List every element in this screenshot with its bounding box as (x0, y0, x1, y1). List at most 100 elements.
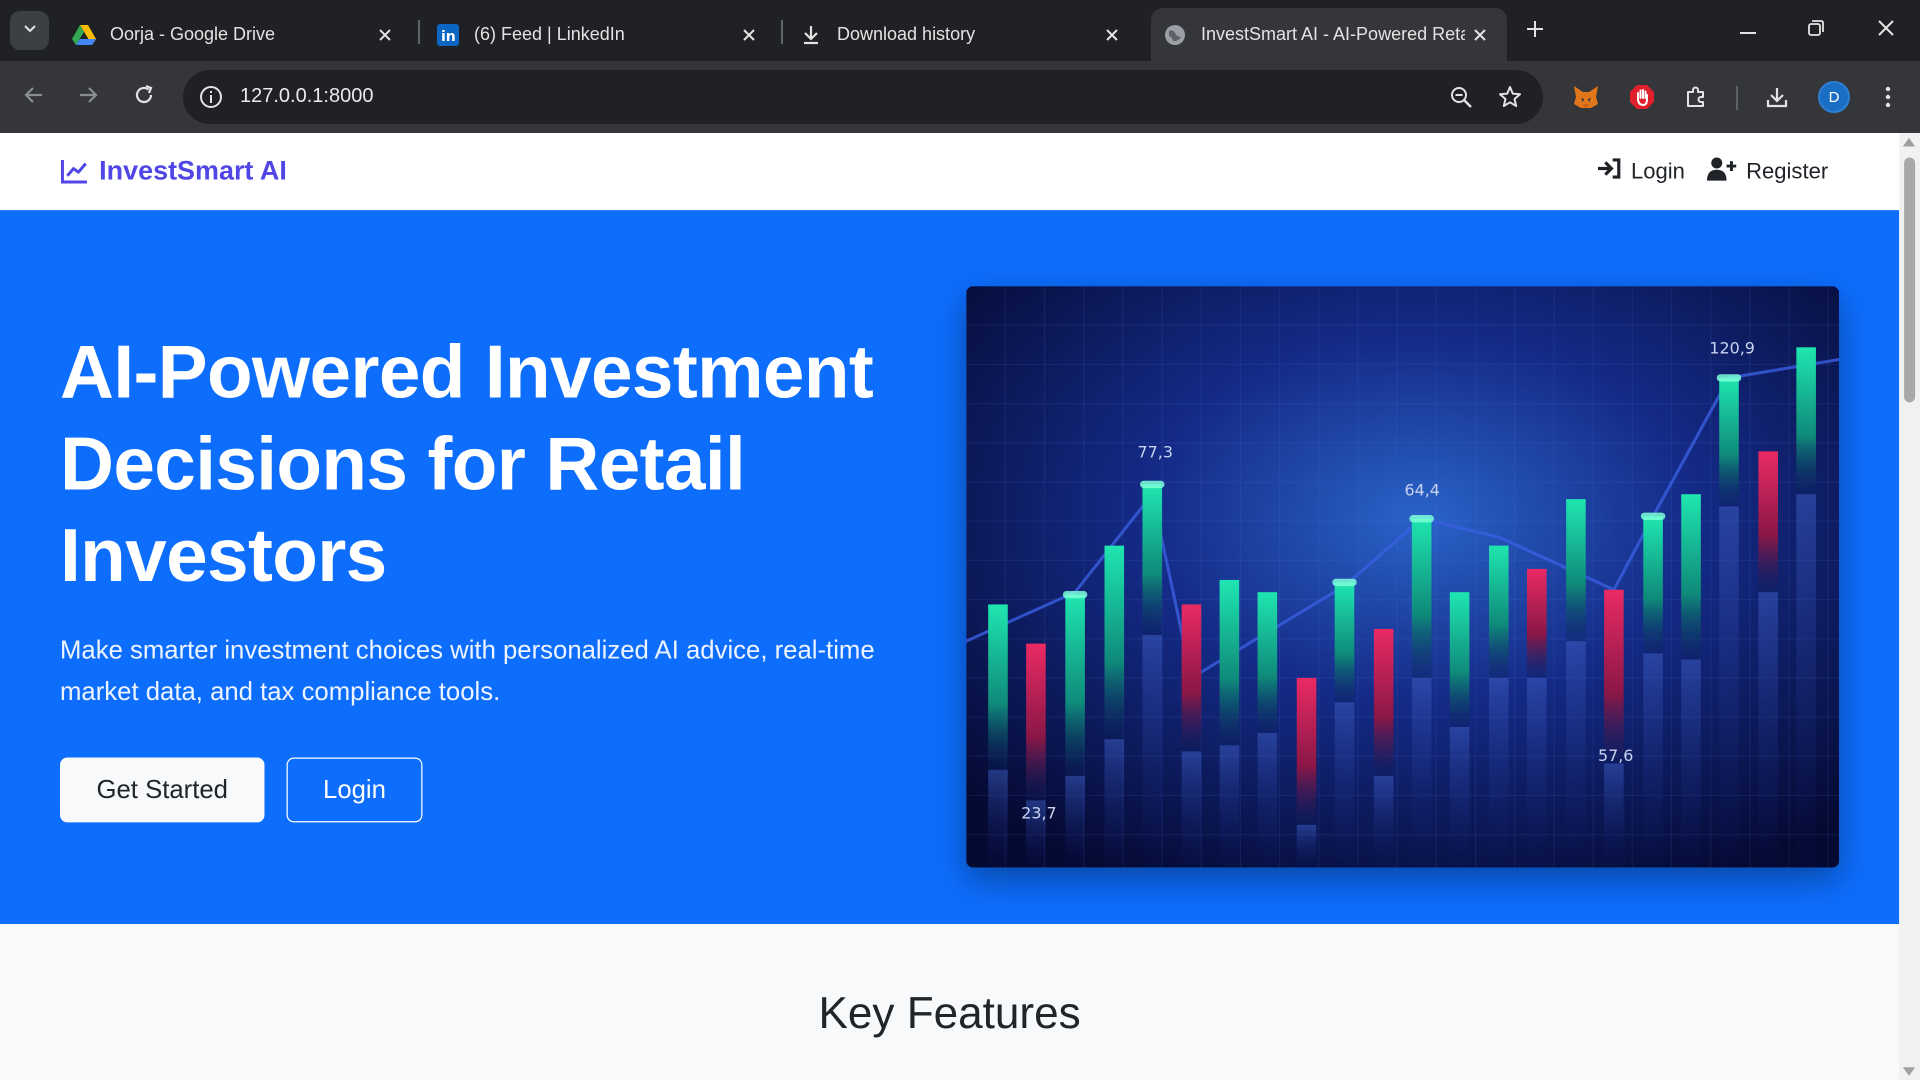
site-info-icon[interactable] (197, 83, 225, 111)
nav-login-link[interactable]: Login (1597, 157, 1685, 185)
globe-icon (1163, 23, 1187, 47)
bookmark-star-icon[interactable] (1495, 82, 1525, 112)
minimize-icon (1740, 21, 1756, 39)
get-started-button[interactable]: Get Started (60, 757, 265, 823)
candle-glow (1140, 480, 1165, 489)
features-section: Key Features (0, 924, 1900, 1080)
candle-glow (1332, 578, 1357, 587)
candle-bar (1181, 604, 1202, 752)
chevron-down-icon (22, 20, 38, 41)
features-heading: Key Features (818, 987, 1081, 1038)
tab-search-button[interactable] (10, 11, 49, 50)
profile-avatar[interactable]: D (1818, 81, 1850, 113)
candle-bar (1104, 545, 1125, 740)
candle-reflection (988, 769, 1008, 868)
chart-label: 120,9 (1709, 338, 1755, 357)
site-navbar: InvestSmart AI Login Register (0, 133, 1900, 211)
chart-label: 77,3 (1138, 442, 1173, 461)
candle-reflection (1181, 751, 1202, 868)
chart-label: 64,4 (1405, 480, 1440, 499)
site-brand[interactable]: InvestSmart AI (60, 155, 287, 187)
candle-reflection (1719, 506, 1739, 868)
restore-icon (1808, 19, 1824, 41)
chart-label: 23,7 (1021, 804, 1056, 823)
linkedin-icon: in (436, 23, 460, 47)
close-icon[interactable] (734, 20, 764, 50)
new-tab-button[interactable] (1518, 14, 1552, 48)
page-content: InvestSmart AI Login Register AI-Powered… (0, 133, 1920, 1080)
page-scrollbar[interactable] (1899, 133, 1920, 1080)
hero-title: AI-Powered Investment Decisions for Reta… (60, 330, 874, 598)
hero-stock-chart-image: 77,3 64,4 120,9 23,7 57,6 (966, 286, 1840, 868)
candle-reflection (1566, 641, 1586, 868)
candle-bar (1604, 589, 1624, 764)
hero-subtitle: Make smarter investment choices with per… (60, 636, 875, 707)
candle-bar (1566, 499, 1586, 642)
close-icon (1877, 19, 1895, 42)
tab-title: Oorja - Google Drive (110, 24, 276, 44)
candle-reflection (1681, 659, 1701, 868)
toolbar-separator (1736, 86, 1738, 110)
reload-button[interactable] (124, 77, 164, 117)
more-menu-icon[interactable] (1870, 79, 1906, 115)
candle-reflection (1373, 775, 1394, 868)
candle-reflection (1411, 677, 1432, 868)
restore-button[interactable] (1794, 10, 1838, 50)
nav-login-label: Login (1630, 158, 1685, 184)
candle-reflection (1334, 702, 1355, 868)
candle-reflection (1104, 739, 1125, 868)
scrollbar-thumb[interactable] (1904, 157, 1916, 403)
nav-links: Login Register (1597, 156, 1828, 187)
candle-reflection (1488, 677, 1509, 868)
nav-register-link[interactable]: Register (1706, 156, 1828, 187)
tab-linkedin[interactable]: in (6) Feed | LinkedIn (414, 8, 776, 61)
candle-reflection (1449, 726, 1470, 868)
close-icon[interactable] (1097, 20, 1127, 50)
candle-bar (1643, 516, 1663, 654)
scroll-up-arrow-icon[interactable] (1902, 137, 1916, 147)
reload-icon (133, 84, 155, 111)
sign-in-icon (1597, 157, 1621, 185)
candle-bar (1681, 494, 1701, 660)
candle-reflection (1065, 775, 1085, 868)
downloads-icon[interactable] (1759, 79, 1795, 115)
candle-glow (1409, 515, 1434, 523)
minimize-button[interactable] (1726, 10, 1770, 50)
brand-name: InvestSmart AI (99, 155, 287, 186)
candle-reflection (1643, 653, 1663, 868)
candle-reflection (1526, 677, 1547, 868)
tab-google-drive[interactable]: Oorja - Google Drive (50, 8, 412, 61)
tab-title: Download history (837, 24, 976, 44)
candle-bar (988, 604, 1008, 770)
svg-text:in: in (441, 29, 456, 45)
metamask-extension-icon[interactable] (1568, 79, 1604, 115)
close-icon[interactable] (370, 20, 400, 50)
candle-reflection (1257, 733, 1278, 868)
back-button[interactable] (14, 77, 54, 117)
browser-toolbar: 127.0.0.1:8000 D (0, 61, 1920, 133)
window-close-button[interactable] (1864, 10, 1908, 50)
candle-bar (1373, 628, 1394, 776)
tab-investsmart[interactable]: InvestSmart AI - AI-Powered Retail (1151, 8, 1507, 61)
candle-bar (1334, 582, 1355, 703)
candle-glow (1062, 590, 1088, 599)
candle-bar (1719, 377, 1739, 507)
hero-section: AI-Powered Investment Decisions for Reta… (0, 210, 1900, 925)
zoom-icon[interactable] (1446, 82, 1476, 112)
extensions-puzzle-icon[interactable] (1678, 79, 1714, 115)
adblock-extension-icon[interactable] (1624, 79, 1660, 115)
candle-bar (1796, 347, 1816, 495)
tab-title: InvestSmart AI - AI-Powered Retail (1201, 24, 1465, 44)
scroll-down-arrow-icon[interactable] (1902, 1067, 1916, 1076)
candle-bar (1449, 592, 1470, 727)
address-bar[interactable]: 127.0.0.1:8000 (183, 70, 1543, 124)
candle-bar (1142, 484, 1163, 636)
close-icon[interactable] (1465, 20, 1495, 50)
browser-tabstrip: Oorja - Google Drive in (6) Feed | Linke… (0, 0, 1920, 61)
candle-reflection (1604, 763, 1624, 868)
candle-reflection (1758, 592, 1778, 868)
hero-login-button[interactable]: Login (286, 757, 423, 823)
tab-download-history[interactable]: Download history (777, 8, 1139, 61)
candle-bar (1296, 677, 1317, 825)
forward-button[interactable] (68, 77, 108, 117)
